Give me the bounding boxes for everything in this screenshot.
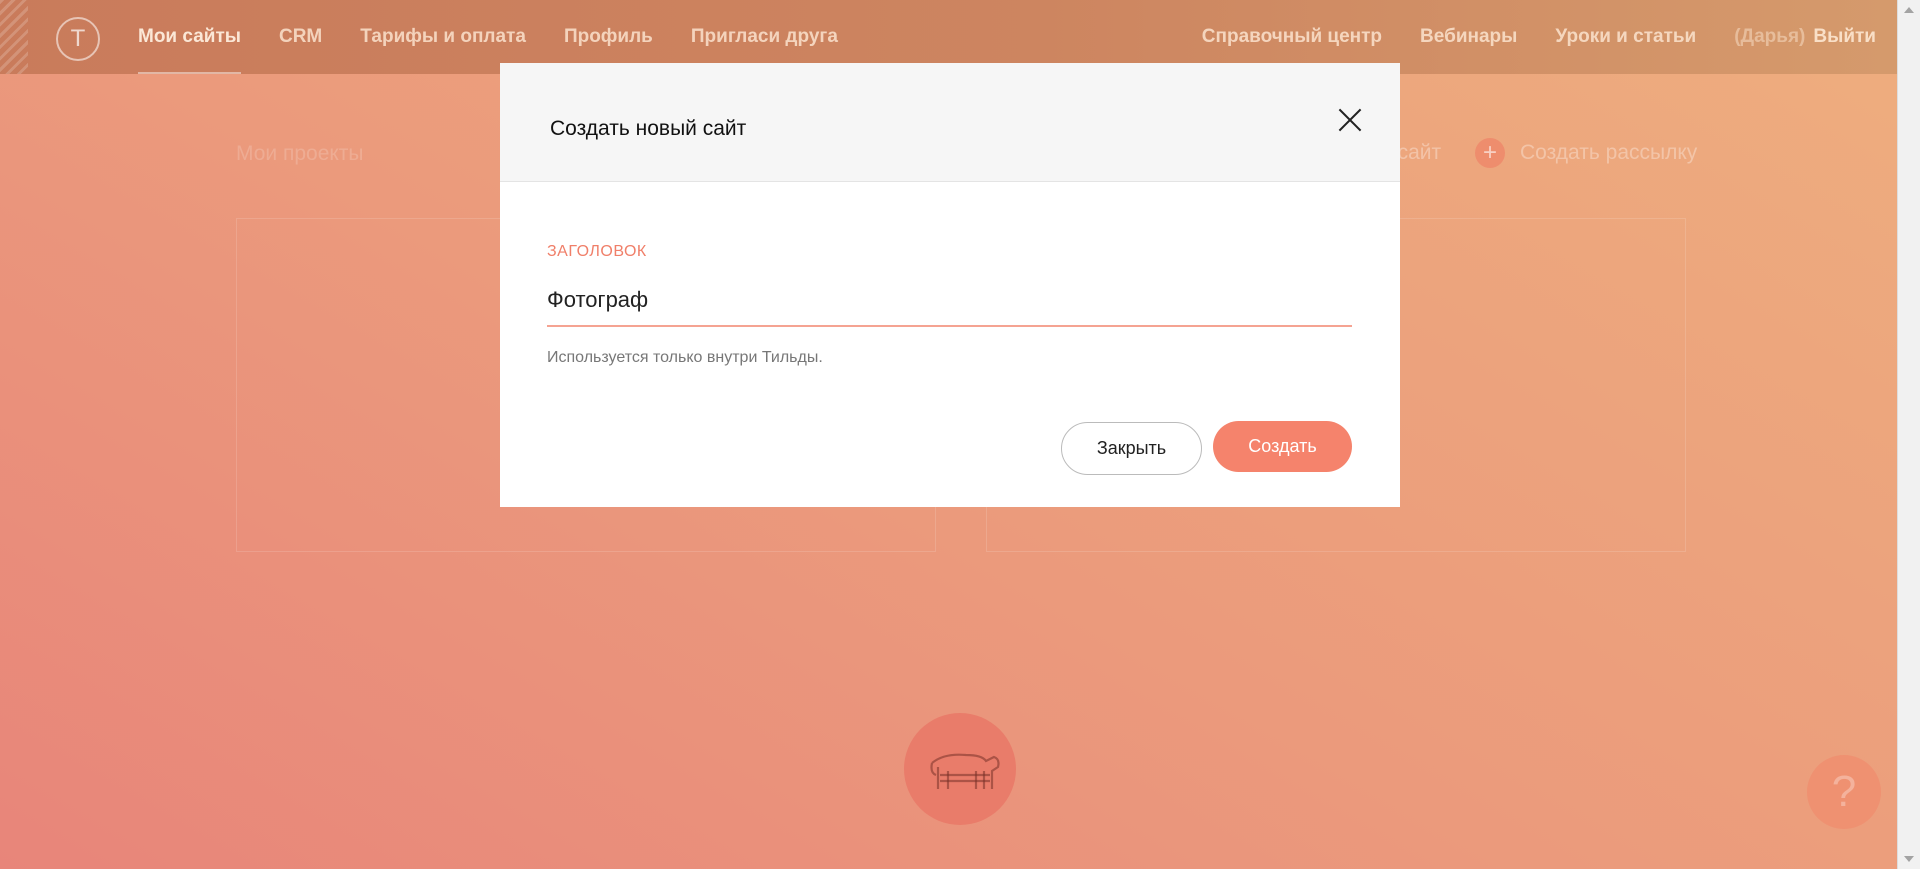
create-mailing-action[interactable]: Создать рассылку <box>1520 141 1697 165</box>
create-button[interactable]: Создать <box>1213 421 1352 472</box>
plus-icon[interactable]: + <box>1475 138 1505 168</box>
modal-header: Создать новый сайт <box>500 63 1400 182</box>
tilda-cat-icon <box>904 713 1016 825</box>
nav-lessons[interactable]: Уроки и статьи <box>1555 26 1696 48</box>
close-button[interactable]: Закрыть <box>1061 422 1202 475</box>
user-name: (Дарья) <box>1734 26 1806 47</box>
close-icon[interactable] <box>1338 108 1362 132</box>
help-button[interactable]: ? <box>1807 755 1881 829</box>
scrollbar[interactable] <box>1897 0 1920 869</box>
projects-title: Мои проекты <box>236 142 364 165</box>
nav-my-sites[interactable]: Мои сайты <box>138 0 241 74</box>
help-label: ? <box>1831 767 1857 816</box>
title-field-hint: Используется только внутри Тильды. <box>547 349 823 366</box>
scroll-down-icon[interactable] <box>1904 856 1914 862</box>
title-field-label: ЗАГОЛОВОК <box>547 243 647 260</box>
logout-link[interactable]: Выйти <box>1813 26 1876 48</box>
modal-title: Создать новый сайт <box>550 117 747 140</box>
scroll-up-icon[interactable] <box>1904 7 1914 13</box>
decorative-pattern <box>0 0 28 74</box>
nav-crm[interactable]: CRM <box>279 0 322 74</box>
title-input[interactable] <box>547 275 1352 327</box>
tilda-logo-icon[interactable]: T <box>56 17 100 61</box>
nav-help-center[interactable]: Справочный центр <box>1202 26 1382 48</box>
create-site-modal: Создать новый сайт ЗАГОЛОВОК Используетс… <box>500 63 1400 507</box>
nav-webinars[interactable]: Вебинары <box>1420 26 1517 48</box>
